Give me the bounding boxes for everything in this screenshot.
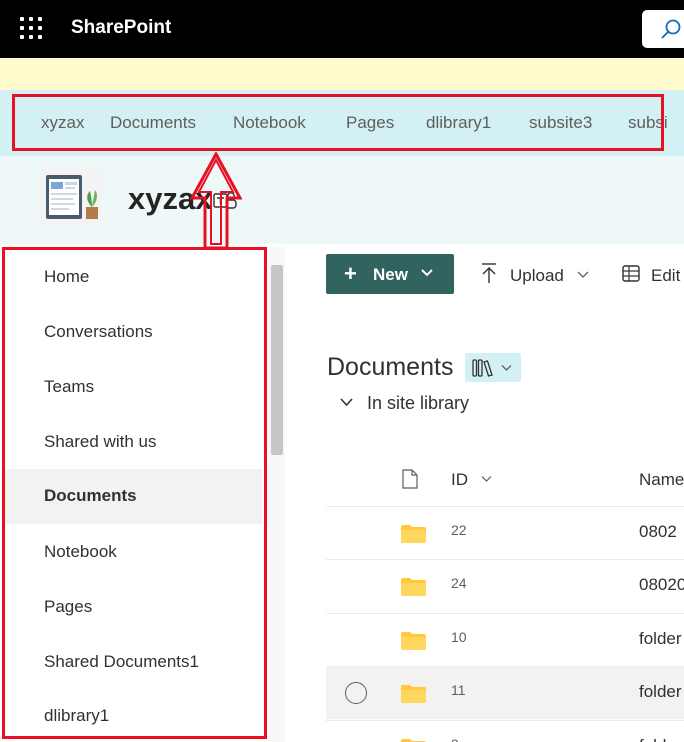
library-view-icon (472, 359, 493, 377)
grid-edit-icon (622, 265, 640, 282)
site-header (0, 156, 684, 244)
plus-icon: + (344, 261, 357, 286)
new-button-label: New (373, 265, 408, 284)
search-icon[interactable] (660, 18, 682, 40)
notification-banner (0, 58, 684, 90)
chevron-down-icon (577, 271, 589, 278)
edit-button-label: Edit (651, 266, 681, 285)
upload-button[interactable]: Upload (476, 258, 596, 290)
row-name[interactable]: folder (639, 682, 682, 702)
chevron-down-icon[interactable] (340, 397, 353, 407)
table-row[interactable]: 9 folder (326, 720, 684, 742)
row-id: 24 (451, 575, 467, 591)
upload-icon (482, 263, 496, 283)
annotation-arrow (190, 152, 242, 250)
scrollbar-thumb[interactable] (271, 265, 283, 455)
row-id: 9 (451, 736, 459, 742)
folder-icon (401, 525, 426, 543)
column-header-id[interactable]: ID (451, 470, 468, 490)
chevron-down-icon[interactable] (481, 475, 492, 483)
edit-in-grid-view-button[interactable]: Edit (620, 258, 684, 290)
row-name[interactable]: folder (639, 736, 682, 742)
upload-button-label: Upload (510, 266, 564, 285)
table-row[interactable]: 24 08020 (326, 559, 684, 612)
site-logo[interactable] (40, 167, 102, 225)
app-name[interactable]: SharePoint (71, 17, 171, 39)
chevron-down-icon (421, 269, 433, 277)
table-row[interactable]: 11 folder (326, 666, 684, 719)
row-name[interactable]: 08020 (639, 575, 684, 595)
waffle-icon[interactable] (20, 17, 42, 39)
folder-icon (401, 632, 426, 650)
library-title: Documents (327, 353, 454, 381)
chevron-down-icon (501, 365, 512, 371)
column-header-name[interactable]: Name (639, 470, 684, 490)
folder-icon (401, 578, 426, 596)
annotation-box-left-nav (2, 247, 267, 739)
library-view-button[interactable] (465, 353, 521, 382)
row-name[interactable]: folder (639, 629, 682, 649)
library-scope-label[interactable]: In site library (367, 393, 469, 414)
row-id: 10 (451, 629, 467, 645)
row-id: 22 (451, 522, 467, 538)
row-name[interactable]: 0802 (639, 522, 677, 542)
new-button[interactable]: + New (326, 254, 454, 294)
file-icon[interactable] (402, 469, 418, 489)
annotation-box-hub-nav (12, 94, 664, 151)
table-row[interactable]: 10 folder (326, 613, 684, 666)
folder-icon (401, 685, 426, 703)
row-id: 11 (451, 682, 466, 698)
row-select-checkbox[interactable] (345, 682, 367, 704)
table-row[interactable]: 22 0802 (326, 506, 684, 559)
